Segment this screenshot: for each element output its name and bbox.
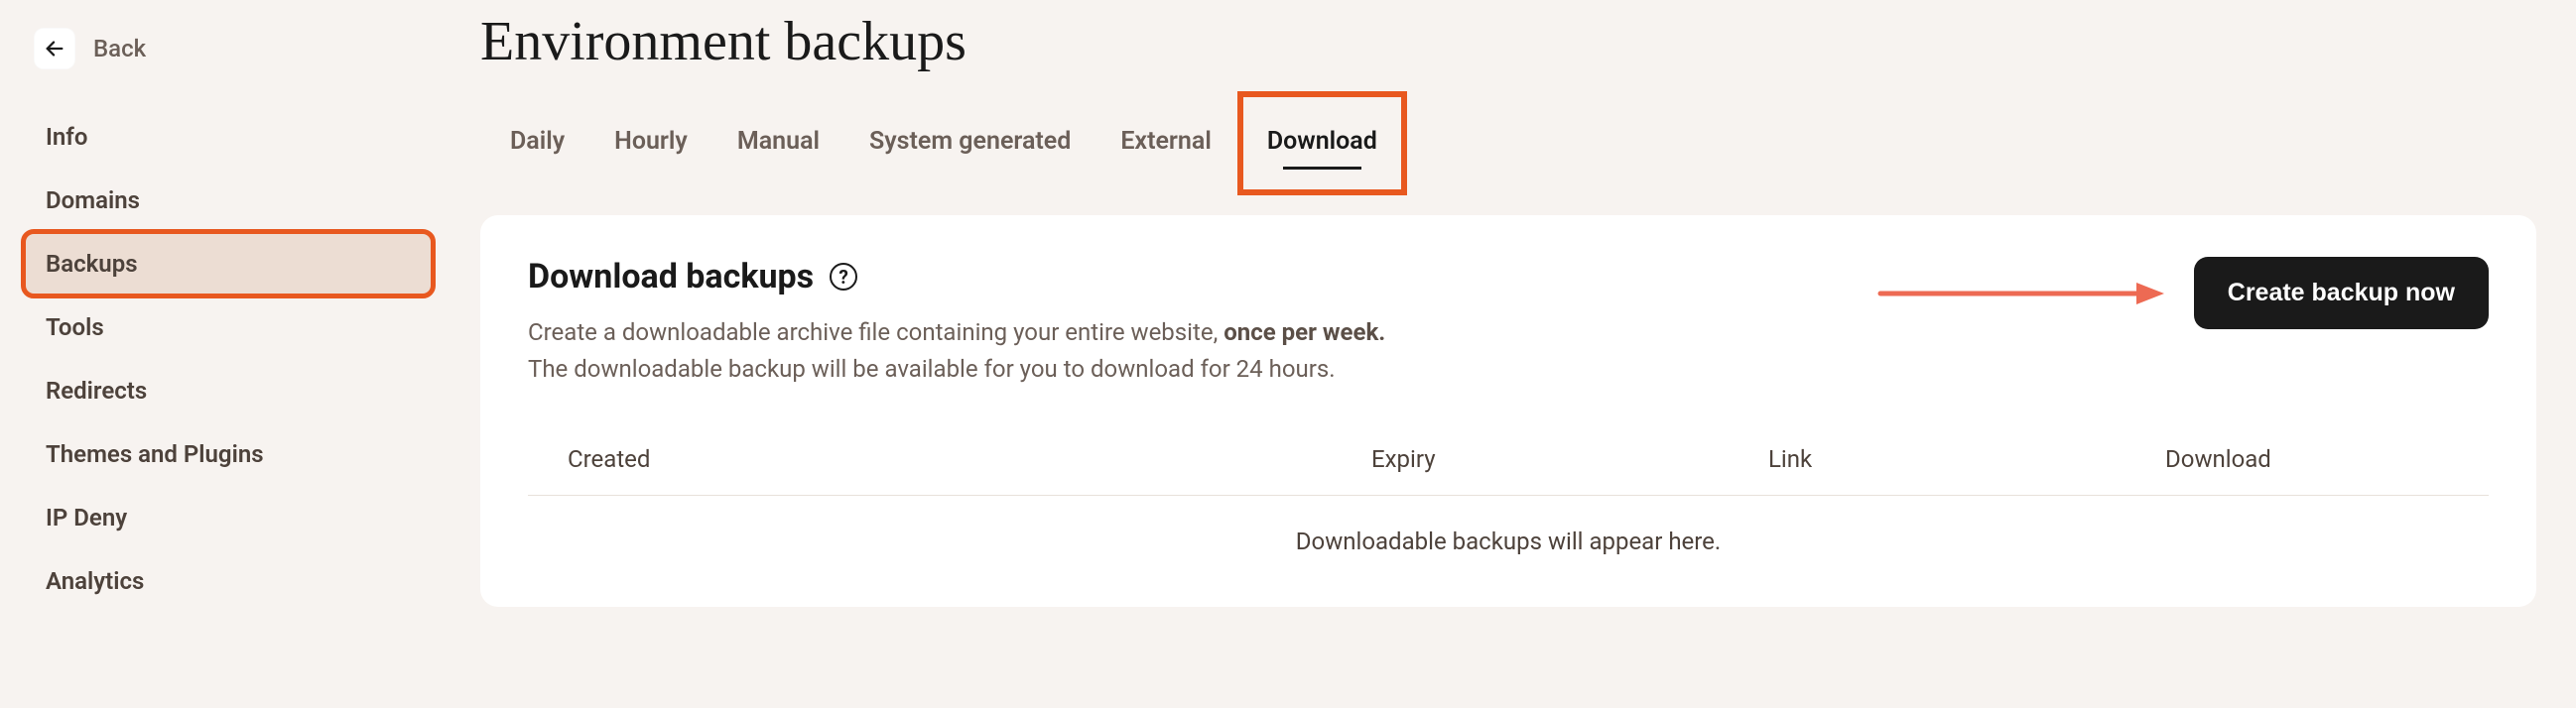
page-title: Environment backups — [480, 8, 2536, 95]
card-desc-line2: The downloadable backup will be availabl… — [528, 355, 1336, 383]
card-desc-line1-prefix: Create a downloadable archive file conta… — [528, 318, 1224, 346]
back-button[interactable] — [34, 28, 75, 69]
tab-external[interactable]: External — [1120, 123, 1211, 160]
tab-download[interactable]: Download — [1267, 123, 1377, 160]
create-backup-button[interactable]: Create backup now — [2194, 257, 2489, 329]
card-title-row: Download backups ? — [528, 257, 1837, 296]
sidebar: Back Info Domains Backups Tools Redirect… — [0, 0, 456, 708]
tab-daily[interactable]: Daily — [510, 123, 565, 160]
table-col-download: Download — [2165, 445, 2449, 473]
sidebar-item-analytics[interactable]: Analytics — [24, 549, 433, 613]
table-col-created: Created — [568, 445, 1371, 473]
table-header: Created Expiry Link Download — [528, 388, 2489, 496]
nav-list: Info Domains Backups Tools Redirects The… — [24, 105, 433, 613]
sidebar-item-redirects[interactable]: Redirects — [24, 359, 433, 422]
card-title: Download backups — [528, 257, 814, 296]
back-label: Back — [93, 35, 146, 62]
tabs: Daily Hourly Manual System generated Ext… — [480, 95, 2536, 187]
tab-highlight-annotation: Download — [1237, 91, 1407, 195]
help-icon[interactable]: ? — [830, 263, 857, 291]
tab-manual[interactable]: Manual — [737, 123, 820, 160]
tab-hourly[interactable]: Hourly — [614, 123, 688, 160]
table-col-expiry: Expiry — [1371, 445, 1768, 473]
sidebar-item-themes-plugins[interactable]: Themes and Plugins — [24, 422, 433, 486]
sidebar-item-domains[interactable]: Domains — [24, 169, 433, 232]
sidebar-item-ip-deny[interactable]: IP Deny — [24, 486, 433, 549]
card-desc-line1-strong: once per week. — [1224, 318, 1385, 346]
back-row: Back — [24, 20, 433, 105]
download-backups-card: Download backups ? Create a downloadable… — [480, 215, 2536, 607]
table-empty-state: Downloadable backups will appear here. — [528, 496, 2489, 567]
sidebar-item-info[interactable]: Info — [24, 105, 433, 169]
card-description: Create a downloadable archive file conta… — [528, 314, 1837, 388]
sidebar-item-tools[interactable]: Tools — [24, 295, 433, 359]
main-content: Environment backups Daily Hourly Manual … — [456, 0, 2576, 708]
table-col-link: Link — [1768, 445, 2165, 473]
card-header: Download backups ? Create a downloadable… — [528, 257, 2489, 388]
card-header-right: Create backup now — [1876, 257, 2489, 329]
sidebar-item-backups[interactable]: Backups — [24, 232, 433, 295]
arrow-left-icon — [44, 38, 65, 59]
arrow-right-annotation-icon — [1876, 279, 2164, 308]
card-header-left: Download backups ? Create a downloadable… — [528, 257, 1837, 388]
tab-system-generated[interactable]: System generated — [869, 123, 1071, 160]
